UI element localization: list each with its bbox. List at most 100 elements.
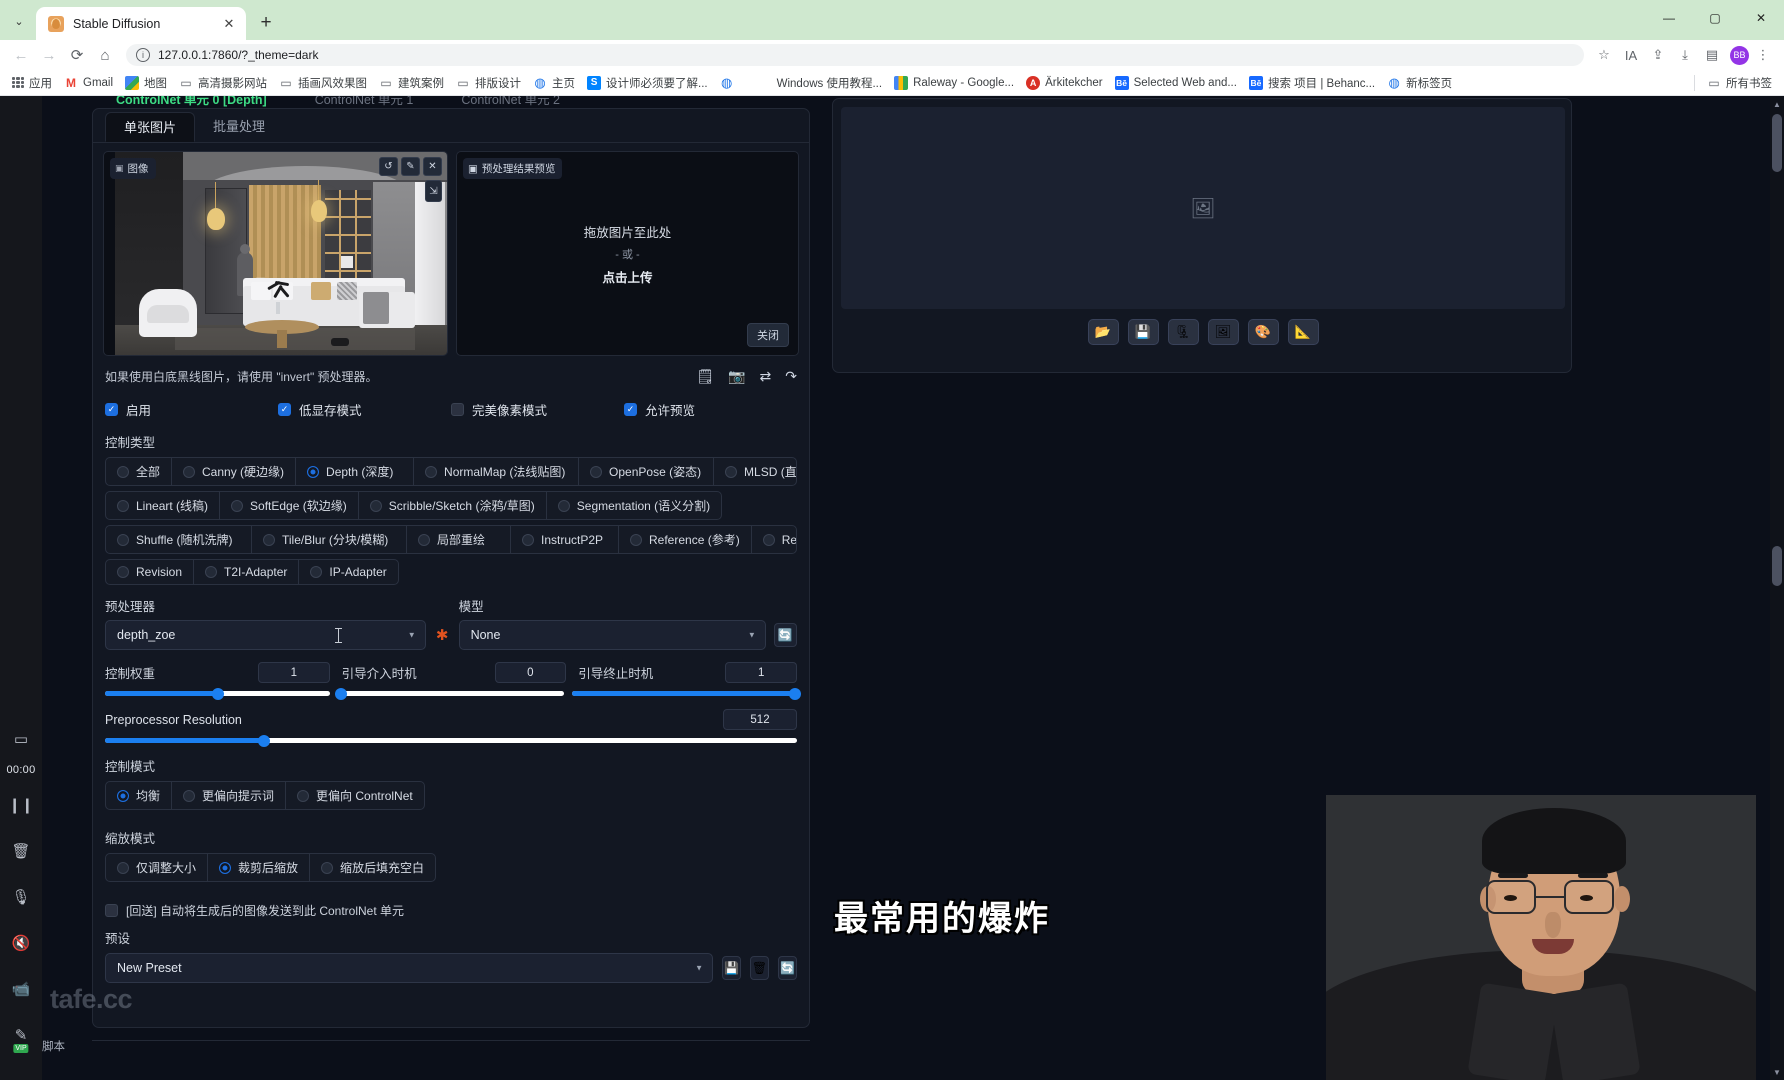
forward-icon[interactable]: →: [36, 42, 62, 68]
scroll-up-icon[interactable]: ▲: [1771, 98, 1783, 110]
bookmark-item[interactable]: Bē Selected Web and...: [1109, 72, 1243, 94]
preprocessor-preview-dropzone[interactable]: ▣ 预处理结果预览 拖放图片至此处 - 或 - 点击上传 关闭: [456, 151, 799, 356]
control-type-shuffle[interactable]: Shuffle (随机洗牌): [106, 526, 252, 553]
checkbox-lowvram[interactable]: 低显存模式: [278, 400, 451, 419]
control-type-canny[interactable]: Canny (硬边缘): [172, 458, 297, 485]
side-panel-icon[interactable]: ▤: [1699, 42, 1725, 68]
minimize-icon[interactable]: —: [1646, 0, 1692, 36]
camera-icon[interactable]: 📷: [728, 369, 745, 383]
tab-single-image[interactable]: 单张图片: [105, 112, 196, 142]
reload-icon[interactable]: ⟳: [64, 42, 90, 68]
pause-icon[interactable]: ❙❙: [5, 789, 37, 821]
control-type-softedge[interactable]: SoftEdge (软边缘): [220, 492, 359, 519]
edit-icon[interactable]: ✎: [401, 157, 420, 176]
microphone-icon[interactable]: 🎙: [5, 881, 37, 913]
control-type-scribble[interactable]: Scribble/Sketch (涂鸦/草图): [359, 492, 547, 519]
refresh-models-icon[interactable]: 🔄: [773, 623, 797, 647]
resize-mode-resize-and-fill[interactable]: 缩放后填充空白: [310, 854, 435, 881]
checkbox-pixel-perfect[interactable]: 完美像素模式: [451, 400, 624, 419]
control-type-segmentation[interactable]: Segmentation (语义分割): [547, 492, 721, 519]
close-icon[interactable]: ✕: [220, 15, 238, 33]
checkbox-allow-preview[interactable]: 允许预览: [624, 400, 797, 419]
guidance-start-value[interactable]: 0: [494, 662, 567, 683]
chevron-down-icon[interactable]: ▼: [408, 631, 416, 640]
bookmark-item[interactable]: ◍ 新标签页: [1381, 72, 1458, 94]
clear-icon[interactable]: ✕: [423, 157, 442, 176]
control-weight-value[interactable]: 1: [257, 662, 330, 683]
bookmark-item[interactable]: ◍: [714, 72, 745, 94]
new-tab-button[interactable]: +: [252, 9, 280, 37]
result-image-area[interactable]: 🖼: [841, 107, 1565, 309]
back-icon[interactable]: ←: [8, 42, 34, 68]
preset-dropdown[interactable]: New Preset ▼: [105, 953, 713, 983]
share-icon[interactable]: ⇪: [1645, 42, 1671, 68]
tab-search-icon[interactable]: ⌄: [4, 6, 34, 36]
control-type-tileblur[interactable]: Tile/Blur (分块/模糊): [252, 526, 407, 553]
control-mode-balanced[interactable]: 均衡: [106, 782, 173, 809]
browser-tab[interactable]: Stable Diffusion ✕: [36, 7, 246, 40]
bookmark-apps[interactable]: 应用: [6, 72, 58, 94]
checkbox-loopback[interactable]: [回送] 自动将生成后的图像发送到此 ControlNet 单元: [105, 902, 404, 919]
new-canvas-icon[interactable]: 🗒: [696, 369, 714, 383]
control-type-lineart[interactable]: Lineart (线稿): [106, 492, 221, 519]
checkbox-lowvram-box[interactable]: [278, 402, 291, 416]
bookmark-item[interactable]: Windows 使用教程...: [771, 72, 888, 94]
send-to-extras-icon[interactable]: 📐: [1287, 319, 1319, 345]
checkbox-enable-box[interactable]: [105, 402, 118, 416]
checkbox-allow-preview-box[interactable]: [624, 402, 637, 416]
bookmark-item[interactable]: 地图: [119, 72, 173, 94]
tab-controlnet-unit-0[interactable]: ControlNet 单元 0 [Depth]: [92, 96, 291, 108]
control-type-reference[interactable]: Reference (参考): [619, 526, 752, 553]
send-to-inpaint-icon[interactable]: 🎨: [1247, 319, 1279, 345]
tab-controlnet-unit-2[interactable]: ControlNet 单元 2: [437, 96, 584, 108]
pen-icon[interactable]: ✎ VIP: [5, 1019, 37, 1053]
bookmark-item[interactable]: Bē 搜索 项目 | Behanc...: [1243, 72, 1381, 94]
close-preview-button[interactable]: 关闭: [747, 323, 789, 347]
preprocessor-dropdown[interactable]: depth_zoe ▼: [105, 620, 426, 650]
guidance-start-slider[interactable]: [334, 687, 564, 700]
control-type-normalmap[interactable]: NormalMap (法线贴图): [414, 458, 580, 485]
site-info-icon[interactable]: i: [136, 48, 150, 62]
page-scrollbar[interactable]: ▲ ▼: [1770, 96, 1784, 1080]
resize-mode-crop-and-resize[interactable]: 裁剪后缩放: [208, 854, 311, 881]
bookmark-item[interactable]: ▭ 排版设计: [450, 72, 527, 94]
resize-icon[interactable]: ⇲: [425, 180, 442, 202]
control-type-openpose[interactable]: OpenPose (姿态): [579, 458, 715, 485]
bookmark-item[interactable]: S 设计师必须要了解...: [581, 72, 714, 94]
download-icon[interactable]: ⤓: [1672, 42, 1698, 68]
preproc-resolution-value[interactable]: 512: [723, 709, 797, 730]
control-type-recolor[interactable]: Recolor (重上色): [752, 526, 796, 553]
control-type-inpaint[interactable]: 局部重绘: [407, 526, 511, 553]
chevron-down-icon[interactable]: ▼: [748, 631, 756, 640]
bookmark-item[interactable]: Raleway - Google...: [888, 72, 1020, 94]
save-icon[interactable]: 💾: [1127, 319, 1159, 345]
bookmark-star-icon[interactable]: ☆: [1591, 42, 1617, 68]
send-to-img2img-icon[interactable]: 🖼: [1207, 319, 1239, 345]
control-mode-prompt[interactable]: 更偏向提示词: [172, 782, 287, 809]
scrollbar-thumb-secondary[interactable]: [1772, 546, 1782, 586]
control-mode-controlnet[interactable]: 更偏向 ControlNet: [286, 782, 424, 809]
bookmark-item[interactable]: ◍ 主页: [527, 72, 581, 94]
control-type-revision[interactable]: Revision: [106, 560, 195, 584]
control-type-mlsd[interactable]: MLSD (直线): [714, 458, 796, 485]
trash-icon[interactable]: 🗑: [5, 835, 37, 867]
swap-icon[interactable]: ⇄: [760, 369, 772, 383]
checkbox-loopback-box[interactable]: [105, 904, 118, 917]
preproc-resolution-slider[interactable]: [105, 734, 797, 747]
checkbox-enable[interactable]: 启用: [105, 400, 278, 419]
slider-knob[interactable]: [788, 687, 801, 700]
undo-icon[interactable]: ↺: [379, 157, 398, 176]
bookmark-item[interactable]: ▭ 插画风效果图: [273, 72, 373, 94]
refresh-preset-icon[interactable]: 🔄: [778, 956, 797, 980]
scrollbar-thumb[interactable]: [1772, 114, 1782, 172]
control-type-depth[interactable]: Depth (深度): [296, 458, 415, 485]
address-bar[interactable]: i 127.0.0.1:7860/?_theme=dark: [126, 44, 1584, 66]
camera-icon[interactable]: 📹: [5, 973, 37, 1005]
save-preset-icon[interactable]: 💾: [722, 956, 741, 980]
tab-controlnet-unit-1[interactable]: ControlNet 单元 1: [291, 96, 438, 108]
guidance-end-value[interactable]: 1: [725, 662, 798, 683]
guidance-end-slider[interactable]: [571, 687, 801, 700]
zip-icon[interactable]: 🗜: [1167, 319, 1199, 345]
control-type-t2i-adapter[interactable]: T2I-Adapter: [194, 560, 300, 584]
bookmark-item[interactable]: ▭ 建筑案例: [373, 72, 450, 94]
